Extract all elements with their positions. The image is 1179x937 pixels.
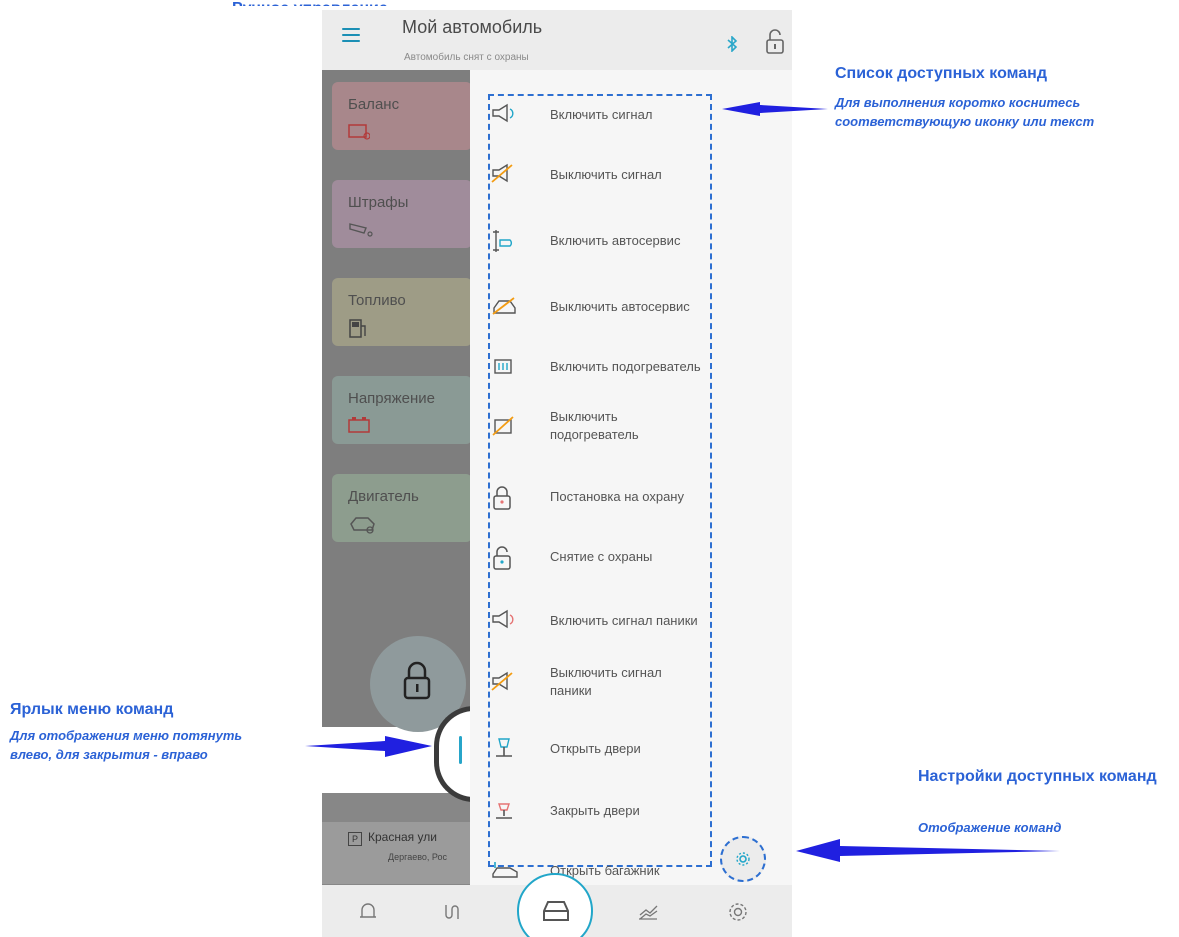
arrow-to-commands xyxy=(722,102,828,116)
arrow-to-handle xyxy=(305,736,432,757)
arrow-to-settings xyxy=(796,839,1060,862)
annotation-arrows xyxy=(305,102,1060,862)
